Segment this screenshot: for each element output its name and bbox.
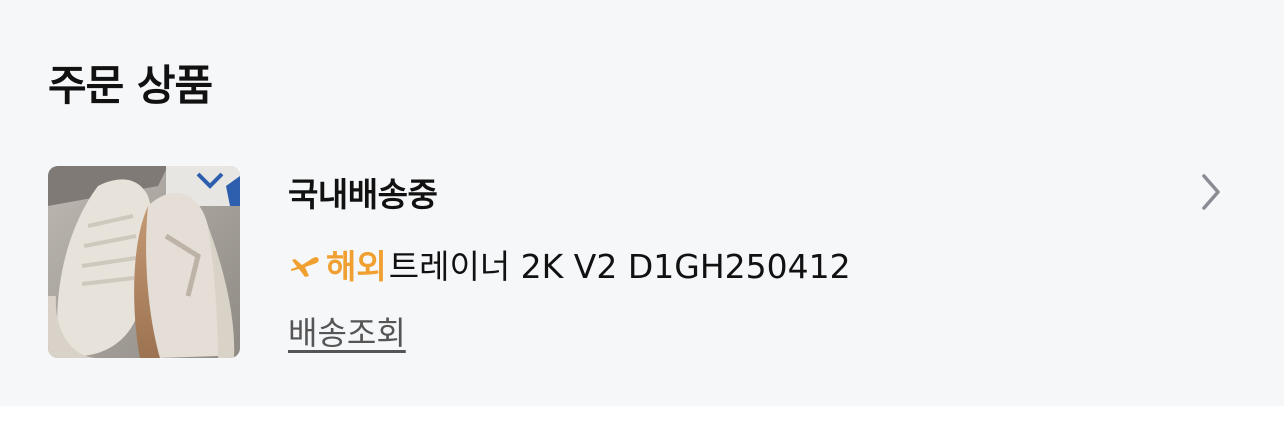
product-title: 해외 트레이너 2K V2 D1GH250412 bbox=[288, 240, 851, 288]
track-shipment-link[interactable]: 배송조회 bbox=[288, 308, 406, 354]
airplane-icon bbox=[291, 257, 319, 277]
order-products-section: 주문 상품 국내배송중 해외 트레이너 2K V2 D1GH250412 배송조… bbox=[0, 0, 1284, 406]
product-thumbnail[interactable] bbox=[48, 166, 240, 358]
product-name: 트레이너 2K V2 D1GH250412 bbox=[388, 247, 851, 286]
delivery-status: 국내배송중 bbox=[288, 175, 438, 214]
overseas-badge: 해외 bbox=[326, 247, 387, 286]
order-item[interactable]: 국내배송중 해외 트레이너 2K V2 D1GH250412 배송조회 bbox=[48, 166, 1236, 358]
chevron-right-icon[interactable] bbox=[1196, 172, 1226, 212]
section-title: 주문 상품 bbox=[48, 61, 213, 110]
sneaker-photo-icon bbox=[48, 166, 240, 358]
